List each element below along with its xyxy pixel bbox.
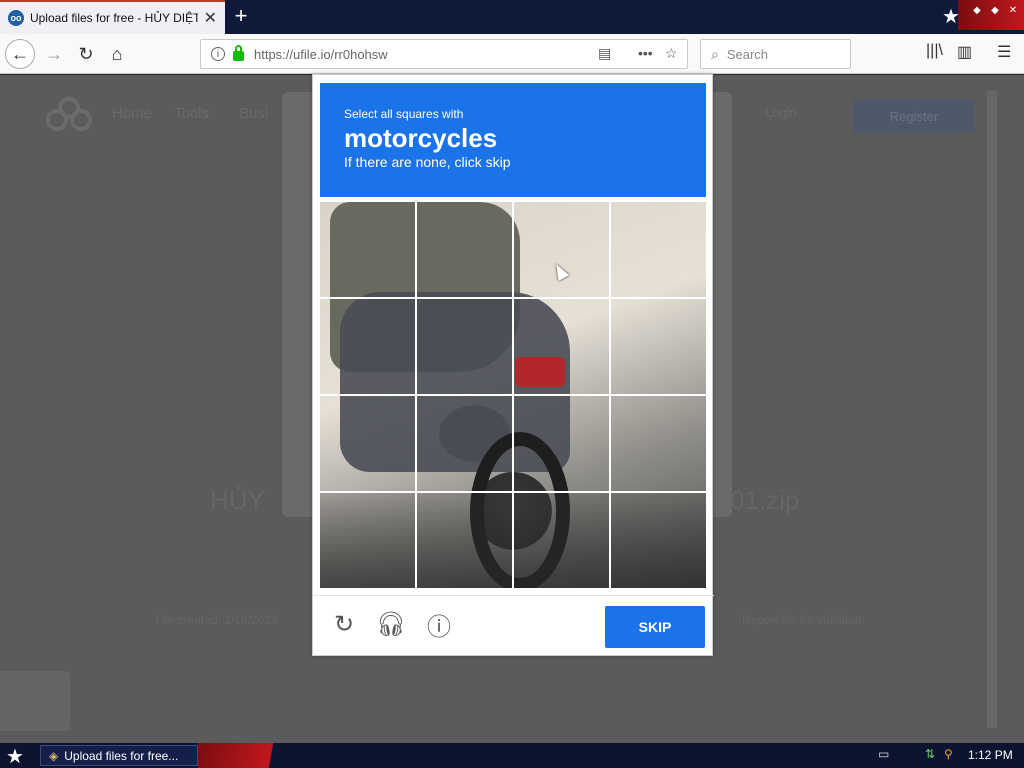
- clock: 1:12 PM: [968, 748, 1013, 762]
- captcha-hint: If there are none, click skip: [344, 154, 511, 170]
- captcha-tile[interactable]: [514, 493, 611, 588]
- captcha-tile[interactable]: [417, 396, 514, 493]
- bookmark-star-icon[interactable]: ☆: [665, 45, 678, 62]
- captcha-tile[interactable]: [417, 299, 514, 396]
- site-logo-icon: [46, 97, 94, 133]
- captcha-dialog: Select all squares with motorcycles If t…: [312, 74, 714, 657]
- captcha-footer: ↻ 🎧︎ ⓘ SKIP: [313, 595, 714, 657]
- page-scrollbar[interactable]: [987, 91, 997, 728]
- tab-title: Upload files for free - HỦY DIỆT M: [29, 11, 198, 25]
- search-input[interactable]: ⌕ Search: [700, 39, 851, 69]
- captcha-tile[interactable]: [417, 493, 514, 588]
- tab-strip: oo Upload files for free - HỦY DIỆT M ✕ …: [0, 0, 1024, 34]
- captcha-tile[interactable]: [611, 299, 706, 396]
- site-info-icon[interactable]: i: [211, 47, 225, 61]
- nav-tools[interactable]: Tools: [174, 105, 209, 122]
- file-title-left: HỦY: [210, 485, 265, 515]
- file-title-right: 01.zip: [730, 485, 800, 515]
- captcha-target: motorcycles: [344, 123, 498, 153]
- sidebar-icon[interactable]: ▥: [957, 42, 972, 62]
- reader-view-icon[interactable]: ▤: [598, 45, 611, 62]
- nav-business[interactable]: Busi: [239, 105, 268, 122]
- navigation-toolbar: ← → ↻ ⌂ i https://ufile.io/rr0hohsw ▤ ••…: [0, 34, 1024, 74]
- new-tab-button[interactable]: +: [228, 3, 254, 29]
- taskbar-item-label: Upload files for free...: [64, 748, 179, 763]
- captcha-tile[interactable]: [514, 299, 611, 396]
- captcha-tile[interactable]: [611, 202, 706, 299]
- search-placeholder: Search: [726, 46, 769, 62]
- captcha-tile[interactable]: [514, 202, 611, 299]
- nav-home[interactable]: Home: [112, 105, 152, 122]
- search-icon: ⌕: [711, 45, 719, 62]
- lock-icon: [233, 45, 244, 61]
- captcha-instruction: Select all squares with: [344, 107, 464, 121]
- close-window-icon[interactable]: ✕: [1006, 5, 1020, 19]
- close-tab-icon[interactable]: ✕: [204, 8, 217, 28]
- audio-challenge-icon[interactable]: 🎧︎: [376, 610, 406, 638]
- menu-icon[interactable]: ☰: [997, 42, 1011, 62]
- help-info-icon[interactable]: ⓘ: [425, 610, 453, 641]
- captcha-image-grid: [320, 202, 706, 588]
- file-created-text: File created: 1/19/2024: [155, 613, 278, 627]
- url-text[interactable]: https://ufile.io/rr0hohsw: [254, 47, 388, 62]
- taskbar: ★ ◈ Upload files for free... ▭ ⇅ ⚲ 1:12 …: [0, 743, 1024, 768]
- captcha-tile[interactable]: [320, 396, 417, 493]
- tab-active[interactable]: oo Upload files for free - HỦY DIỆT M ✕: [0, 0, 225, 34]
- captcha-tile[interactable]: [320, 493, 417, 588]
- taskbar-flag-decoration: [198, 743, 318, 768]
- url-bar[interactable]: i https://ufile.io/rr0hohsw ▤ ••• ☆: [200, 39, 688, 69]
- page-actions-icon[interactable]: •••: [638, 45, 653, 61]
- back-button[interactable]: ←: [5, 39, 35, 69]
- reload-challenge-icon[interactable]: ↻: [330, 610, 358, 638]
- firefox-task-icon: ◈: [49, 748, 59, 763]
- captcha-tile[interactable]: [514, 396, 611, 493]
- start-menu-icon[interactable]: ★: [6, 744, 24, 768]
- skip-button[interactable]: SKIP: [605, 606, 705, 648]
- captcha-tile[interactable]: [320, 299, 417, 396]
- network-tray-icon[interactable]: ⇅: [925, 747, 935, 761]
- home-button[interactable]: ⌂: [103, 40, 131, 68]
- captcha-tile[interactable]: [417, 202, 514, 299]
- ufile-favicon-icon: oo: [8, 10, 24, 26]
- register-button[interactable]: Register: [853, 99, 975, 133]
- recaptcha-badge: [0, 671, 70, 731]
- nav-login[interactable]: Login: [765, 105, 797, 120]
- search-tray-icon[interactable]: ⚲: [944, 747, 953, 761]
- captcha-tile[interactable]: [320, 202, 417, 299]
- reload-button[interactable]: ↻: [72, 40, 100, 68]
- maximize-icon[interactable]: ◆: [988, 5, 1002, 19]
- keyboard-tray-icon[interactable]: ▭: [878, 747, 889, 761]
- minimize-icon[interactable]: ◆: [970, 5, 984, 19]
- taskbar-item-firefox[interactable]: ◈ Upload files for free...: [40, 745, 198, 766]
- captcha-header: Select all squares with motorcycles If t…: [320, 83, 706, 197]
- forward-button[interactable]: →: [40, 40, 68, 68]
- captcha-tile[interactable]: [611, 493, 706, 588]
- captcha-tile[interactable]: [611, 396, 706, 493]
- report-link[interactable]: Report file for violation: [742, 613, 861, 627]
- library-icon[interactable]: |||\: [926, 42, 943, 60]
